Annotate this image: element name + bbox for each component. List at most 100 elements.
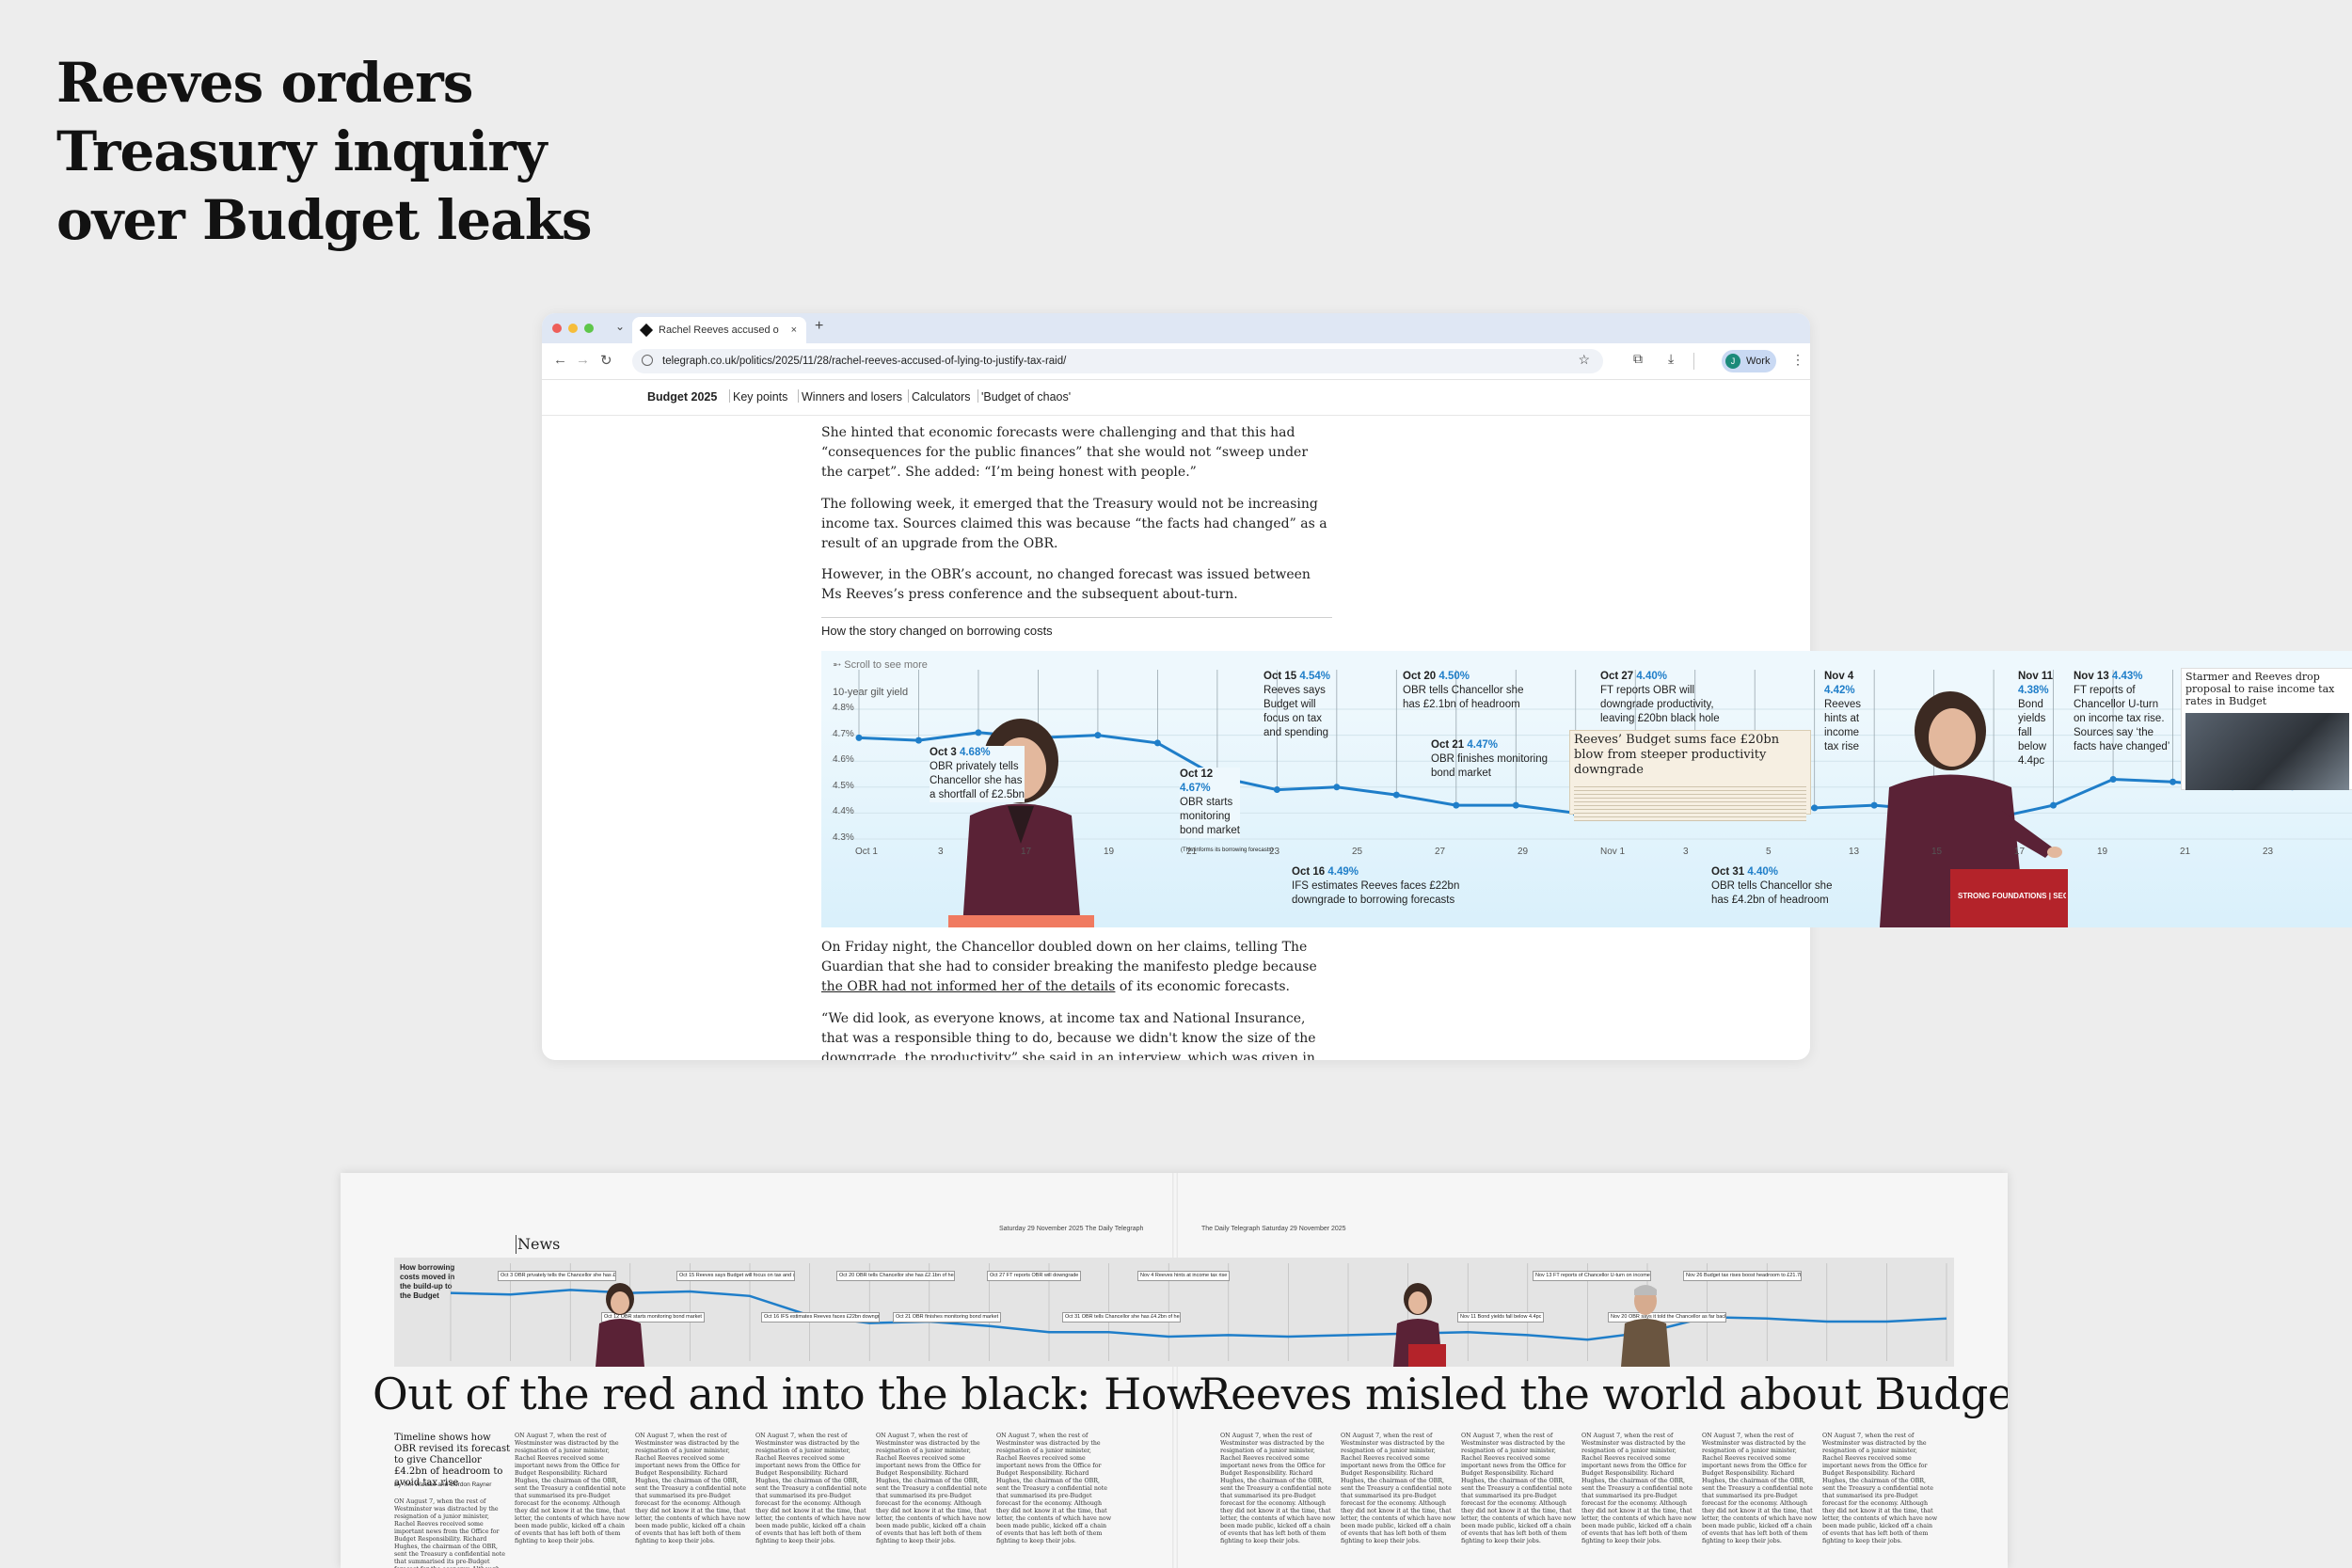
newspaper-clipping: Reeves’ Budget sums face £20bn blow from… — [1569, 730, 1811, 821]
headline-right: Reeves misled the world about Budget — [1199, 1369, 2008, 1419]
divider — [821, 617, 1332, 618]
headline-line-2: Treasury inquiry — [56, 119, 547, 183]
x-tick-label: 3 — [1683, 847, 1689, 857]
new-tab-button[interactable]: + — [815, 318, 823, 335]
gilt-yield-timeline[interactable]: ➵ Scroll to see more 10-year gilt yield … — [821, 651, 2352, 927]
headline-line-3: over Budget leaks — [56, 188, 593, 252]
newspaper-column: ON August 7, when the rest of Westminste… — [996, 1433, 1112, 1544]
print-timeline-note: Oct 16 IFS estimates Reeves faces £22bn … — [761, 1312, 880, 1323]
yield-point — [1512, 801, 1519, 809]
profile-avatar: J — [1725, 354, 1740, 369]
nav-budget-of-chaos[interactable]: 'Budget of chaos' — [981, 390, 1071, 404]
yield-point — [855, 734, 863, 741]
print-timeline-strip: How borrowing costs moved in the build-u… — [394, 1258, 1954, 1367]
maximize-window-dot[interactable] — [584, 324, 594, 333]
nav-calculators[interactable]: Calculators — [912, 390, 971, 404]
tab-bar: ⌄ Rachel Reeves accused of ly × + — [542, 313, 1810, 343]
nav-key-points[interactable]: Key points — [733, 390, 787, 404]
event-nov-4: Nov 4 4.42% Reeves hints at income tax rise — [1824, 671, 1861, 752]
podium-edge — [948, 915, 1094, 927]
y-tick-label: 4.3% — [833, 832, 854, 843]
obr-details-link[interactable]: the OBR had not informed her of the deta… — [821, 979, 1115, 994]
yield-point — [914, 736, 922, 744]
y-tick-label: 4.4% — [833, 806, 854, 817]
close-window-dot[interactable] — [552, 324, 562, 333]
active-tab[interactable]: Rachel Reeves accused of ly × — [632, 317, 806, 343]
print-timeline-note: Oct 20 OBR tells Chancellor she has £2.1… — [836, 1271, 955, 1281]
page-headline: Reeves orders Treasury inquiry over Budg… — [56, 49, 593, 255]
print-timeline-note: Oct 27 FT reports OBR will downgrade — [987, 1271, 1082, 1281]
print-reeves-podium-photo — [1393, 1283, 1446, 1367]
event-oct-15: Oct 15 4.54% Reeves says Budget will focus… — [1263, 671, 1330, 738]
event-oct-31: Oct 31 4.40% OBR tells Chancellor she has… — [1711, 866, 1833, 906]
x-tick-label: 13 — [1849, 847, 1860, 857]
y-tick-label: 4.7% — [833, 728, 854, 739]
event-oct-12: Oct 12 4.67% OBR starts monitoring bond mar… — [1180, 768, 1240, 838]
x-tick-label: 19 — [2097, 847, 2108, 857]
yield-point — [1333, 784, 1341, 791]
event-nov-13: Nov 13 4.43% FT reports of Chancellor U-t… — [2074, 671, 2170, 752]
yield-point — [1273, 786, 1280, 794]
budget-subnav: Budget 2025 Key points Winners and loser… — [542, 379, 1810, 416]
headline-left: Out of the red and into the black: How — [373, 1369, 1203, 1419]
newspaper-clipping-2: Starmer and Reeves drop proposal to rais… — [2181, 668, 2352, 790]
more-menu-icon[interactable]: ⋮ — [1791, 352, 1804, 368]
forward-arrow-icon[interactable]: → — [576, 352, 590, 368]
x-tick-label: 17 — [1021, 847, 1032, 857]
print-reeves-photo — [596, 1283, 644, 1367]
print-timeline-note: Nov 4 Reeves hints at income tax rise — [1137, 1271, 1231, 1281]
yield-point — [1811, 804, 1819, 812]
back-arrow-icon[interactable]: ← — [553, 352, 567, 368]
extensions-icon[interactable]: ⧉ — [1633, 351, 1643, 367]
newspaper-column: ON August 7, when the rest of Westminste… — [755, 1433, 871, 1544]
nav-budget-2025[interactable]: Budget 2025 — [647, 390, 717, 404]
print-timeline-note: Nov 11 Bond yields fall below 4.4pc — [1457, 1312, 1545, 1323]
newspaper-column: ON August 7, when the rest of Westminste… — [394, 1498, 505, 1568]
browser-toolbar: ← → ↻ telegraph.co.uk/politics/2025/11/2… — [542, 343, 1810, 380]
telegraph-favicon-icon — [639, 323, 654, 338]
print-starmer-photo — [1621, 1285, 1670, 1367]
x-tick-label: 3 — [938, 847, 944, 857]
yield-point — [1453, 801, 1460, 809]
podium-slogan: STRONG FOUNDATIONS | SECURE FUTURE — [1958, 892, 2066, 900]
site-info-icon[interactable] — [642, 355, 653, 366]
yield-point — [1094, 732, 1102, 739]
newspaper-column: ON August 7, when the rest of Westminste… — [515, 1433, 630, 1544]
newspaper-column: ON August 7, when the rest of Westminste… — [1822, 1433, 1938, 1544]
x-tick-label: 21 — [2180, 847, 2191, 857]
event-oct-3: Oct 3 4.68% OBR privately tells Chancello… — [930, 746, 1025, 802]
newspaper-column: ON August 7, when the rest of Westminste… — [1461, 1433, 1577, 1544]
article-paragraph: On Friday night, the Chancellor doubled … — [821, 940, 1317, 994]
nav-winners-losers[interactable]: Winners and losers — [802, 390, 902, 404]
minimize-window-dot[interactable] — [568, 324, 578, 333]
headline-line-1: Reeves orders — [56, 51, 473, 115]
x-tick-label: 29 — [1518, 847, 1529, 857]
tab-title: Rachel Reeves accused of ly — [659, 325, 779, 336]
reload-icon[interactable]: ↻ — [600, 352, 612, 369]
article-paragraph: However, in the OBR’s account, no change… — [821, 567, 1311, 602]
bookmark-star-icon[interactable]: ☆ — [1578, 352, 1590, 368]
tab-list-chevron-icon[interactable]: ⌄ — [615, 320, 625, 333]
event-oct-21: Oct 21 4.47% OBR finishes monitoring bond… — [1431, 739, 1548, 779]
download-icon[interactable]: ⤓ — [1668, 351, 1674, 367]
x-tick-label: Nov 1 — [1600, 847, 1626, 857]
newspaper-column: ON August 7, when the rest of Westminste… — [1581, 1433, 1697, 1544]
event-oct-27: Oct 27 4.40% FT reports OBR will downgrad… — [1600, 671, 1720, 724]
x-tick-label: 19 — [1104, 847, 1115, 857]
yield-point — [2109, 776, 2117, 784]
y-tick-label: 4.6% — [833, 754, 854, 766]
profile-button[interactable]: J Work — [1722, 350, 1776, 372]
x-tick-label: 15 — [1931, 847, 1943, 857]
newspaper-column: ON August 7, when the rest of Westminste… — [1341, 1433, 1456, 1544]
x-tick-label: 17 — [2014, 847, 2026, 857]
tab-close-icon[interactable]: × — [791, 317, 797, 343]
address-bar[interactable]: telegraph.co.uk/politics/2025/11/28/rach… — [632, 349, 1603, 373]
url-text[interactable]: telegraph.co.uk/politics/2025/11/28/rach… — [662, 349, 1066, 373]
newspaper-column: ON August 7, when the rest of Westminste… — [1702, 1433, 1818, 1544]
article-paragraph: “We did look, as everyone knows, at inco… — [821, 1011, 1316, 1060]
page-date-right: The Daily Telegraph Saturday 29 November… — [1201, 1226, 1346, 1232]
event-oct-20: Oct 20 4.50% OBR tells Chancellor she has… — [1403, 671, 1524, 710]
x-tick-label: 23 — [2263, 847, 2274, 857]
y-tick-label: 4.8% — [833, 703, 854, 713]
newspaper-column: ON August 7, when the rest of Westminste… — [635, 1433, 751, 1544]
